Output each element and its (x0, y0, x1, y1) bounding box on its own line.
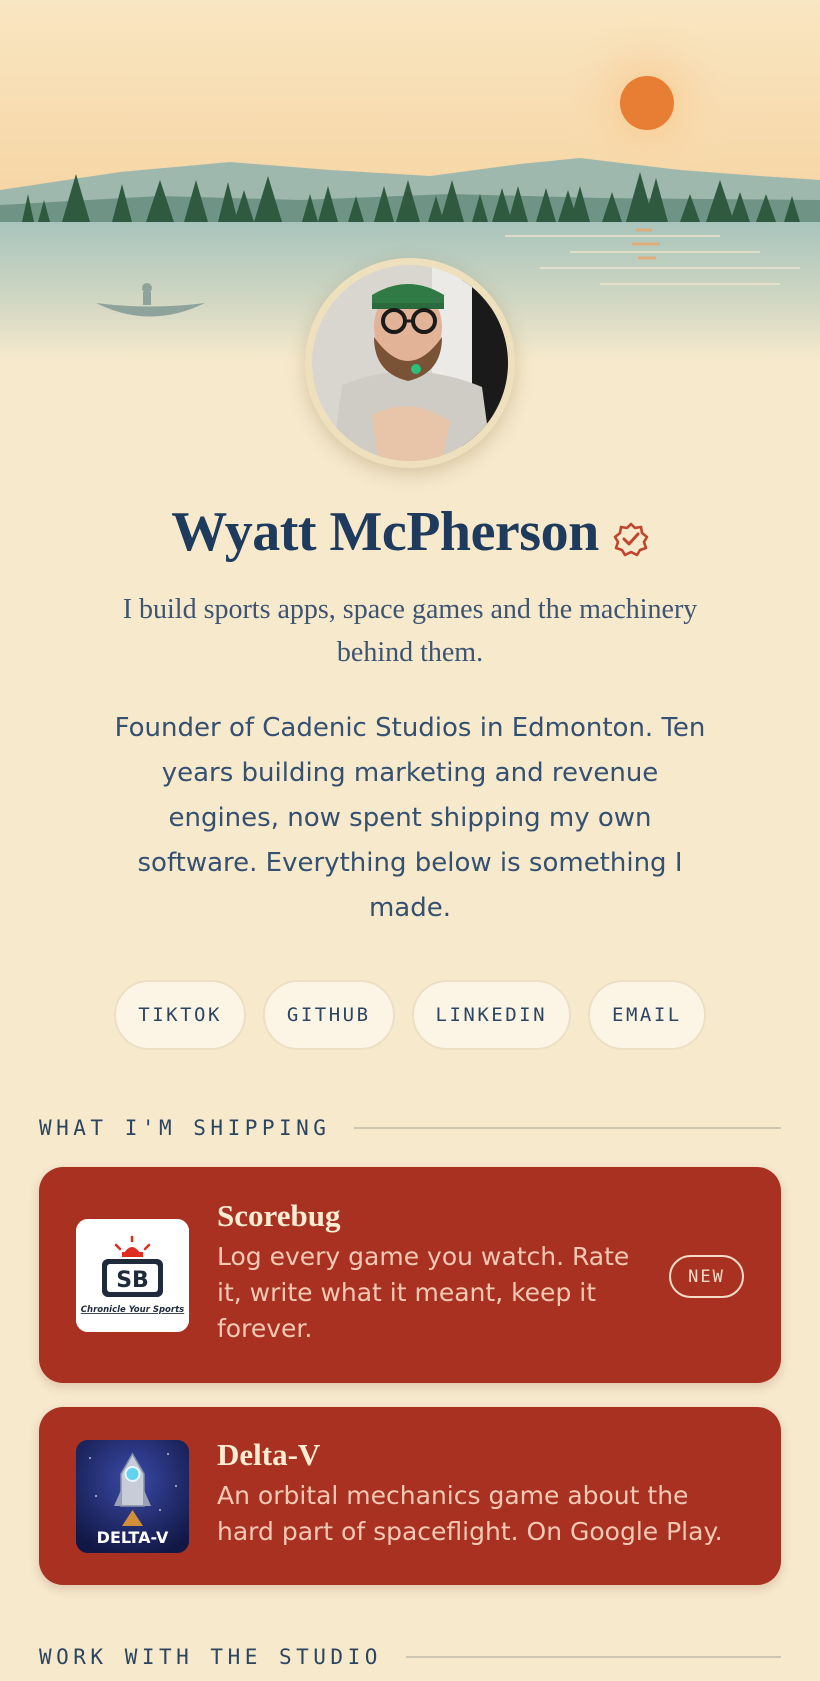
new-badge: NEW (669, 1255, 744, 1298)
section-header-studio: WORK WITH THE STUDIO (39, 1645, 781, 1669)
scorebug-logo-text: SB (116, 1268, 149, 1293)
profile-name: Wyatt McPherson (171, 501, 599, 563)
sun-icon (620, 76, 674, 130)
social-links: TIKTOK GITHUB LINKEDIN EMAIL (0, 980, 820, 1050)
delta-v-logo-icon: DELTA-V (76, 1440, 189, 1553)
profile-tagline: I build sports apps, space games and the… (122, 594, 698, 668)
verified-badge-icon (613, 522, 649, 557)
project-description: An orbital mechanics game about the hard… (217, 1481, 723, 1546)
project-card-scorebug[interactable]: SB Chronicle Your Sports Scorebug Log ev… (39, 1167, 781, 1383)
project-card-delta-v[interactable]: DELTA-V Delta-V An orbital mechanics gam… (39, 1407, 781, 1585)
section-title: WORK WITH THE STUDIO (39, 1645, 382, 1669)
profile-bio: Founder of Cadenic Studios in Edmonton. … (114, 713, 706, 923)
profile-header: Wyatt McPherson (0, 500, 820, 564)
social-link-github[interactable]: GITHUB (262, 980, 395, 1050)
section-divider (405, 1656, 781, 1658)
scorebug-logo-caption: Chronicle Your Sports (81, 1305, 184, 1315)
section-divider (354, 1127, 781, 1129)
project-title: Scorebug (217, 1198, 341, 1233)
project-title: Delta-V (217, 1437, 321, 1472)
social-link-tiktok[interactable]: TIKTOK (114, 980, 246, 1050)
social-link-email[interactable]: EMAIL (588, 980, 706, 1050)
profile-avatar (305, 258, 515, 468)
delta-v-logo-text: DELTA-V (97, 1528, 169, 1547)
section-title: WHAT I'M SHIPPING (39, 1116, 331, 1140)
social-link-linkedin[interactable]: LINKEDIN (411, 980, 572, 1050)
scorebug-logo-icon: SB Chronicle Your Sports (76, 1219, 189, 1332)
section-header-shipping: WHAT I'M SHIPPING (39, 1116, 781, 1140)
project-description: Log every game you watch. Rate it, write… (217, 1242, 630, 1343)
